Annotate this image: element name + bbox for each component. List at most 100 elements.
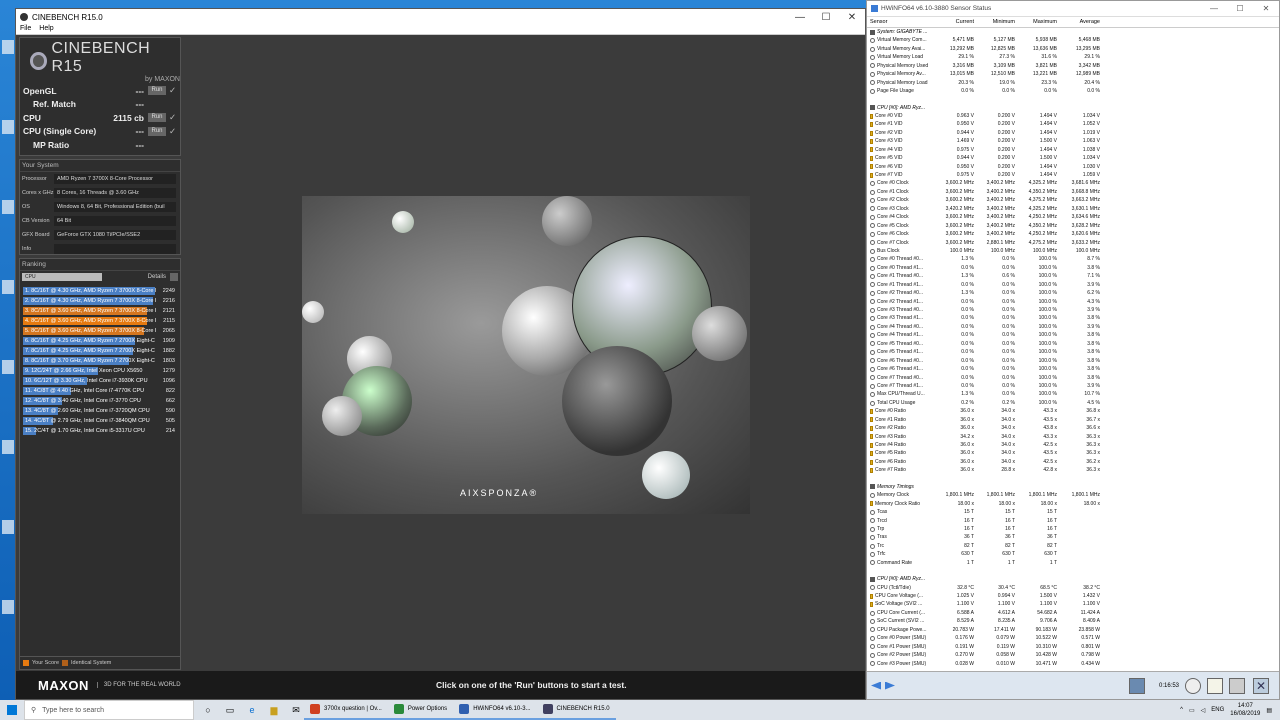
col-average[interactable]: Average (1057, 19, 1102, 25)
sensor-row[interactable]: Core #3 Ratio 34.2 x 34.0 x 43.3 x 36.3 x (867, 433, 1279, 441)
sensor-row[interactable]: Core #3 VID 1.469 V 0.200 V 1.500 V 1.063 V (867, 137, 1279, 145)
sensor-row[interactable]: Virtual Memory Com... 5,471 MB 5,127 MB 5,9… (867, 36, 1279, 44)
sensor-row[interactable]: Core #0 Thread #0... 1.3 % 0.0 % 100.0 % 8.7… (867, 255, 1279, 263)
volume-icon[interactable]: ◁ (1201, 707, 1206, 714)
sensor-group-header[interactable]: Memory Timings (867, 483, 1279, 491)
sensor-row[interactable]: Physical Memory Av... 13,015 MB 12,510 MB 1… (867, 70, 1279, 78)
sensor-row[interactable]: Core #7 Clock 3,600.2 MHz 2,880.1 MHz 4,275… (867, 239, 1279, 247)
details-button[interactable] (170, 272, 178, 281)
start-button[interactable] (0, 700, 24, 720)
sensor-row[interactable]: Core #6 Thread #0... 0.0 % 0.0 % 100.0 % 3.8… (867, 357, 1279, 365)
ranking-row[interactable]: 11. 4C/8T @ 4.40 GHz, Intel Core i7-4770… (23, 386, 177, 396)
sensor-row[interactable]: Core #3 Clock 3,420.2 MHz 3,400.2 MHz 4,325… (867, 205, 1279, 213)
desktop-icon[interactable] (2, 280, 14, 294)
clock-icon[interactable] (1185, 678, 1201, 694)
ranking-select[interactable]: CPU (22, 272, 102, 281)
ranking-row[interactable]: 8. 8C/16T @ 3.70 GHz, AMD Ryzen 7 2700X … (23, 356, 177, 366)
sensor-row[interactable]: Core #5 Thread #0... 0.0 % 0.0 % 100.0 % 3.8… (867, 340, 1279, 348)
sensor-row[interactable]: Core #3 Thread #0... 0.0 % 0.0 % 100.0 % 3.9… (867, 306, 1279, 314)
col-sensor[interactable]: Sensor (867, 19, 933, 25)
cortana-icon[interactable]: ○ (200, 702, 216, 718)
taskbar-search[interactable]: ⚲ Type here to search (24, 700, 194, 720)
sensor-row[interactable]: Core #3 Thread #1... 0.0 % 0.0 % 100.0 % 3.8… (867, 314, 1279, 322)
col-maximum[interactable]: Maximum (1015, 19, 1057, 25)
tray-chevron-icon[interactable]: ^ (1180, 707, 1183, 713)
ranking-row[interactable]: 2. 8C/16T @ 4.30 GHz, AMD Ryzen 7 3700X … (23, 296, 177, 306)
language-indicator[interactable]: ENG (1211, 707, 1224, 713)
col-current[interactable]: Current (933, 19, 974, 25)
taskbar-app[interactable]: CINEBENCH R15.0 (536, 700, 616, 720)
sensor-row[interactable]: Trc 82 T 82 T 82 T (867, 542, 1279, 550)
sensor-row[interactable]: Core #3 Power (SMU) 0.028 W 0.010 W 10.471 … (867, 660, 1279, 668)
ranking-row[interactable]: 14. 4C/8T @ 2.79 GHz, Intel Core i7-3840… (23, 416, 177, 426)
sensor-row[interactable]: Core #4 Thread #0... 0.0 % 0.0 % 100.0 % 3.9… (867, 323, 1279, 331)
sensor-row[interactable]: Core #4 Thread #1... 0.0 % 0.0 % 100.0 % 3.8… (867, 331, 1279, 339)
sensor-row[interactable]: Core #6 Clock 3,600.2 MHz 3,400.2 MHz 4,250… (867, 230, 1279, 238)
sensor-row[interactable]: Core #5 Thread #1... 0.0 % 0.0 % 100.0 % 3.8… (867, 348, 1279, 356)
sensor-row[interactable]: Physical Memory Used 3,316 MB 3,109 MB 3,82… (867, 62, 1279, 70)
sensor-row[interactable]: SoC Voltage (SVI2 ... 1.100 V 1.100 V 1.100… (867, 600, 1279, 608)
run-cpu-button[interactable]: Run (148, 113, 166, 123)
ranking-row[interactable]: 6. 8C/16T @ 4.25 GHz, AMD Ryzen 7 2700X … (23, 336, 177, 346)
sensor-row[interactable]: Core #6 VID 0.950 V 0.200 V 1.494 V 1.030 V (867, 163, 1279, 171)
sensor-row[interactable]: Max CPU/Thread U... 1.3 % 0.0 % 100.0 % 10.7… (867, 390, 1279, 398)
file-explorer-icon[interactable]: ▆ (266, 702, 282, 718)
sensor-row[interactable]: Core #0 Thread #1... 0.0 % 0.0 % 100.0 % 3.8… (867, 264, 1279, 272)
menu-help[interactable]: Help (39, 25, 53, 34)
sensor-row[interactable]: Memory Clock Ratio 18.00 x 18.00 x 18.00 x 1… (867, 500, 1279, 508)
edge-icon[interactable]: e (244, 702, 260, 718)
sensor-row[interactable]: Core #5 VID 0.944 V 0.200 V 1.500 V 1.034 V (867, 154, 1279, 162)
desktop-icon[interactable] (2, 40, 14, 54)
sensor-row[interactable]: CPU (Tctl/Tdie) 32.8 °C 30.4 °C 68.5 °C 38.2… (867, 584, 1279, 592)
sensor-row[interactable]: Core #1 Thread #0... 1.3 % 0.6 % 100.0 % 7.1… (867, 272, 1279, 280)
minimize-button[interactable]: — (787, 12, 813, 23)
taskbar-app[interactable]: Power Options (387, 700, 454, 720)
sensor-row[interactable]: Physical Memory Load 20.3 % 19.0 % 23.3 % 20… (867, 79, 1279, 87)
sensor-row[interactable]: Core #1 Ratio 36.0 x 34.0 x 43.5 x 36.7 x (867, 416, 1279, 424)
sensor-row[interactable]: Core #2 VID 0.944 V 0.200 V 1.494 V 1.019 V (867, 129, 1279, 137)
hwinfo-titlebar[interactable]: HWiNFO64 v6.10-3880 Sensor Status — ☐ ✕ (867, 1, 1279, 17)
sensor-row[interactable]: Core #5 Ratio 36.0 x 34.0 x 43.5 x 36.3 x (867, 449, 1279, 457)
sensor-row[interactable]: Core #2 Clock 3,600.2 MHz 3,400.2 MHz 4,375… (867, 196, 1279, 204)
network-tray-icon[interactable]: ▭ (1189, 707, 1195, 714)
sensor-row[interactable]: Core #6 Ratio 36.0 x 34.0 x 42.5 x 36.2 x (867, 458, 1279, 466)
taskbar-app[interactable]: 3700x question | Ov... (304, 700, 388, 720)
task-view-icon[interactable]: ▭ (222, 702, 238, 718)
maximize-button[interactable]: ☐ (813, 12, 839, 23)
sensor-row[interactable]: Core #4 Ratio 36.0 x 34.0 x 42.5 x 36.3 x (867, 441, 1279, 449)
sensor-row[interactable]: Core #0 Power (SMU) 0.176 W 0.079 W 10.522 … (867, 634, 1279, 642)
desktop-icon[interactable] (2, 120, 14, 134)
ranking-row[interactable]: 5. 8C/16T @ 3.60 GHz, AMD Ryzen 7 3700X … (23, 326, 177, 336)
desktop-icon[interactable] (2, 360, 14, 374)
sensor-row[interactable]: Virtual Memory Avai... 13,292 MB 12,825 MB… (867, 45, 1279, 53)
sensor-group-header[interactable]: CPU [#0]: AMD Ryz... (867, 104, 1279, 112)
ranking-row[interactable]: 3. 8C/16T @ 3.60 GHz, AMD Ryzen 7 3700X … (23, 306, 177, 316)
col-minimum[interactable]: Minimum (974, 19, 1015, 25)
checkbox-opengl[interactable]: ✓ (169, 85, 177, 96)
hwinfo-minimize-button[interactable]: — (1201, 4, 1227, 13)
desktop-icon[interactable] (2, 440, 14, 454)
sensor-row[interactable]: Core #5 Clock 3,600.2 MHz 3,400.2 MHz 4,350… (867, 222, 1279, 230)
sensor-row[interactable]: Core #7 Thread #1... 0.0 % 0.0 % 100.0 % 3.9… (867, 382, 1279, 390)
sensor-row[interactable]: Core #1 Clock 3,600.2 MHz 3,400.2 MHz 4,350… (867, 188, 1279, 196)
ranking-row[interactable]: 15. 2C/4T @ 1.70 GHz, Intel Core i5-3317… (23, 426, 177, 436)
sensor-row[interactable]: Tras 36 T 36 T 36 T (867, 533, 1279, 541)
hwinfo-close-button[interactable]: ✕ (1253, 4, 1279, 13)
sensor-row[interactable]: CPU Package Powe... 20.783 W 17.411 W 90.18… (867, 626, 1279, 634)
ranking-row[interactable]: 12. 4C/8T @ 3.40 GHz, Intel Core i7-3770… (23, 396, 177, 406)
ranking-row[interactable]: 10. 6C/12T @ 3.30 GHz, Intel Core i7-393… (23, 376, 177, 386)
desktop-icon[interactable] (2, 600, 14, 614)
sensor-row[interactable]: Core #0 Clock 3,600.2 MHz 3,400.2 MHz 4,325… (867, 179, 1279, 187)
sensor-row[interactable]: Tcas 15 T 15 T 15 T (867, 508, 1279, 516)
sensor-row[interactable]: Core #6 Thread #1... 0.0 % 0.0 % 100.0 % 3.8… (867, 365, 1279, 373)
checkbox-cpu-single[interactable]: ✓ (169, 126, 177, 137)
sensor-row[interactable]: Trfc 630 T 630 T 630 T (867, 550, 1279, 558)
sensor-row[interactable]: Core #1 Thread #1... 0.0 % 0.0 % 100.0 % 3.9… (867, 281, 1279, 289)
sensor-row[interactable]: Core #2 Power (SMU) 0.270 W 0.058 W 10.428 … (867, 651, 1279, 659)
sensor-row[interactable]: CPU Core Voltage (... 1.025 V 0.994 V 1.500… (867, 592, 1279, 600)
sensor-row[interactable]: Core #0 VID 0.963 V 0.200 V 1.494 V 1.034 V (867, 112, 1279, 120)
sensor-row[interactable]: Core #2 Ratio 36.0 x 34.0 x 43.8 x 36.6 x (867, 424, 1279, 432)
cinebench-titlebar[interactable]: CINEBENCH R15.0 — ☐ ✕ (16, 9, 865, 25)
sensor-row[interactable]: Total CPU Usage 0.2 % 0.2 % 100.0 % 4.5 % (867, 399, 1279, 407)
sensor-row[interactable]: Virtual Memory Load 29.1 % 27.3 % 31.6 % 29.… (867, 53, 1279, 61)
